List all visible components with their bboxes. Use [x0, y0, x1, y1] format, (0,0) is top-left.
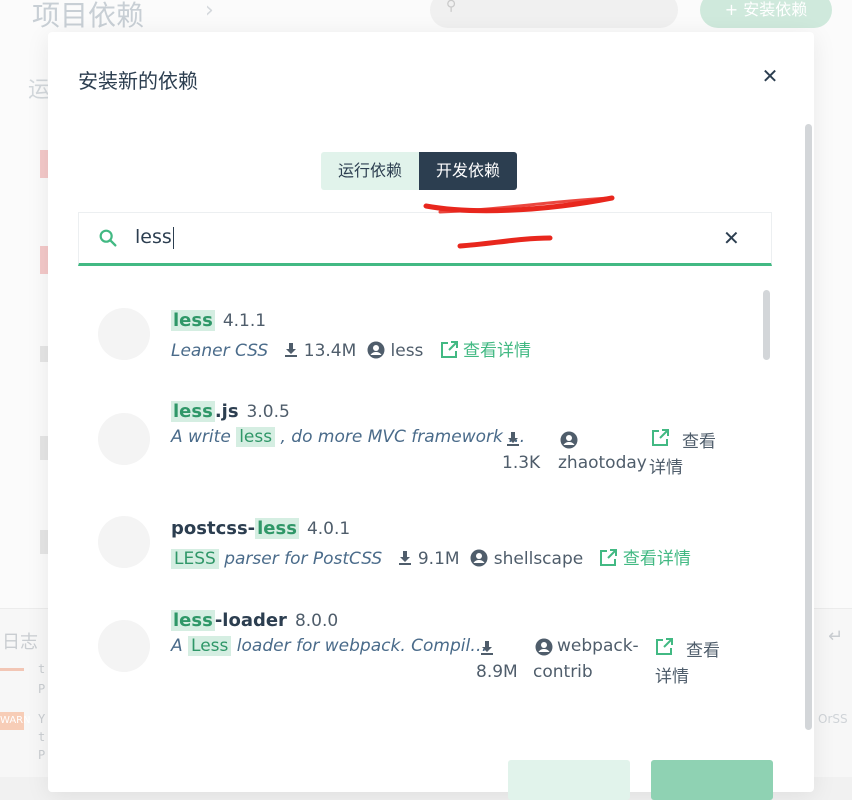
view-details-link[interactable]: 查看 — [682, 427, 716, 452]
package-results-list: less 4.1.1 Leaner CSS 13.4M less 查看详情 les… — [78, 282, 778, 732]
package-downloads: 13.4M — [303, 341, 357, 361]
install-dependency-modal: 安装新的依赖 ✕ 运行依赖 开发依赖 less ✕ less 4.1.1 Lean… — [48, 32, 814, 800]
enter-icon: ↵ — [828, 626, 844, 647]
desc-text: A — [171, 636, 189, 656]
view-details-link[interactable]: 查看 — [686, 636, 720, 661]
search-input[interactable]: less — [135, 226, 174, 249]
bg-warn-tag: WARN — [0, 712, 31, 730]
download-icon — [285, 343, 298, 357]
view-details-link[interactable]: 详情 — [655, 662, 689, 687]
external-link-icon — [652, 429, 669, 446]
name-rest: -loader — [214, 610, 287, 631]
view-details-link[interactable]: 查看详情 — [623, 549, 691, 569]
search-value: less — [135, 226, 172, 248]
desc-highlight: Less — [188, 636, 232, 656]
package-search-field[interactable]: less ✕ — [78, 212, 772, 266]
view-details-link[interactable]: 查看详情 — [463, 341, 531, 361]
view-details-link[interactable]: 详情 — [649, 453, 683, 478]
package-author: less — [390, 341, 424, 361]
package-meta: Leaner CSS 13.4M less 查看详情 — [171, 336, 531, 361]
bg-section-label: 运 — [28, 78, 51, 103]
package-name: less -loader 8.0.0 — [171, 610, 338, 631]
modal-title: 安装新的依赖 — [78, 69, 198, 93]
external-link-icon — [440, 341, 458, 358]
name-highlight: less — [171, 310, 215, 331]
download-icon — [481, 641, 493, 655]
bg-log-label: 日志 — [2, 632, 38, 653]
bg-log-line: t — [38, 730, 46, 744]
avatar — [98, 516, 150, 568]
install-button[interactable] — [651, 760, 773, 800]
user-icon — [560, 431, 578, 449]
desc-highlight: LESS — [171, 549, 219, 569]
external-link-icon — [600, 549, 618, 566]
package-description: Leaner CSS — [171, 341, 269, 361]
package-version: 4.1.1 — [222, 311, 267, 331]
bg-chevron-icon: › — [205, 0, 214, 23]
user-icon — [470, 549, 488, 567]
close-icon[interactable]: ✕ — [760, 66, 780, 86]
package-name: less 4.1.1 — [171, 310, 266, 331]
package-description: A write less , do more MVC framework … — [171, 427, 525, 447]
search-icon — [99, 229, 117, 247]
external-link-icon — [656, 638, 673, 655]
bg-page-title: 项目依赖 — [32, 0, 145, 32]
package-author: webpack- — [557, 636, 639, 656]
clear-search-icon[interactable]: ✕ — [723, 226, 740, 250]
dependency-type-toggle: 运行依赖 开发依赖 — [321, 152, 518, 190]
bg-log-line: t — [38, 662, 46, 676]
download-icon — [507, 432, 519, 446]
modal-scrollbar[interactable] — [805, 124, 812, 730]
name-highlight: less — [171, 401, 215, 422]
bg-search-input — [430, 0, 678, 28]
bg-log-text: OrSS — [818, 712, 848, 726]
name-rest: .js — [214, 401, 239, 422]
package-downloads: 1.3K — [502, 453, 541, 473]
bg-log-line: P — [38, 748, 46, 762]
package-version: 4.0.1 — [306, 519, 351, 539]
avatar — [98, 308, 150, 360]
desc-text: parser for PostCSS — [218, 549, 383, 569]
cancel-button[interactable] — [508, 760, 630, 800]
package-author: shellscape — [493, 549, 584, 569]
desc-text: A write — [171, 427, 237, 447]
bg-log-line: P — [38, 682, 46, 696]
avatar — [98, 620, 150, 672]
name-highlight: less — [171, 610, 215, 631]
bg-install-button: + 安装依赖 — [700, 0, 832, 28]
bg-log-line: Y — [38, 712, 46, 726]
bg-search-icon: ⚲ — [446, 0, 457, 14]
toggle-runtime-dependency[interactable]: 运行依赖 — [321, 152, 420, 190]
name-prefix: postcss- — [171, 518, 256, 539]
desc-highlight: less — [236, 427, 276, 447]
package-description: A Less loader for webpack. Compil… — [171, 636, 487, 656]
package-version: 3.0.5 — [246, 402, 290, 422]
package-meta: LESS parser for PostCSS 9.1M shellscape … — [171, 544, 691, 569]
user-icon — [535, 638, 553, 656]
package-downloads: 9.1M — [417, 549, 460, 569]
results-scrollbar[interactable] — [763, 290, 770, 360]
download-icon — [399, 551, 412, 565]
text-caret — [172, 226, 174, 249]
package-name: less .js 3.0.5 — [171, 401, 290, 422]
package-name: postcss-less 4.0.1 — [171, 518, 350, 539]
desc-text: , do more MVC framework … — [275, 427, 526, 447]
toggle-dev-dependency[interactable]: 开发依赖 — [419, 152, 518, 190]
bg-row-marker — [40, 246, 48, 274]
package-version: 8.0.0 — [294, 611, 339, 631]
avatar — [98, 413, 150, 465]
package-description: LESS parser for PostCSS — [171, 549, 382, 569]
package-author: zhaotoday — [558, 453, 647, 473]
desc-text: loader for webpack. Compil… — [231, 636, 488, 656]
bg-log-tab-underline — [0, 668, 24, 671]
bg-row-marker — [40, 150, 48, 178]
package-author: contrib — [533, 662, 593, 682]
user-icon — [367, 341, 385, 359]
name-highlight: less — [255, 518, 299, 539]
package-downloads: 8.9M — [476, 662, 518, 682]
